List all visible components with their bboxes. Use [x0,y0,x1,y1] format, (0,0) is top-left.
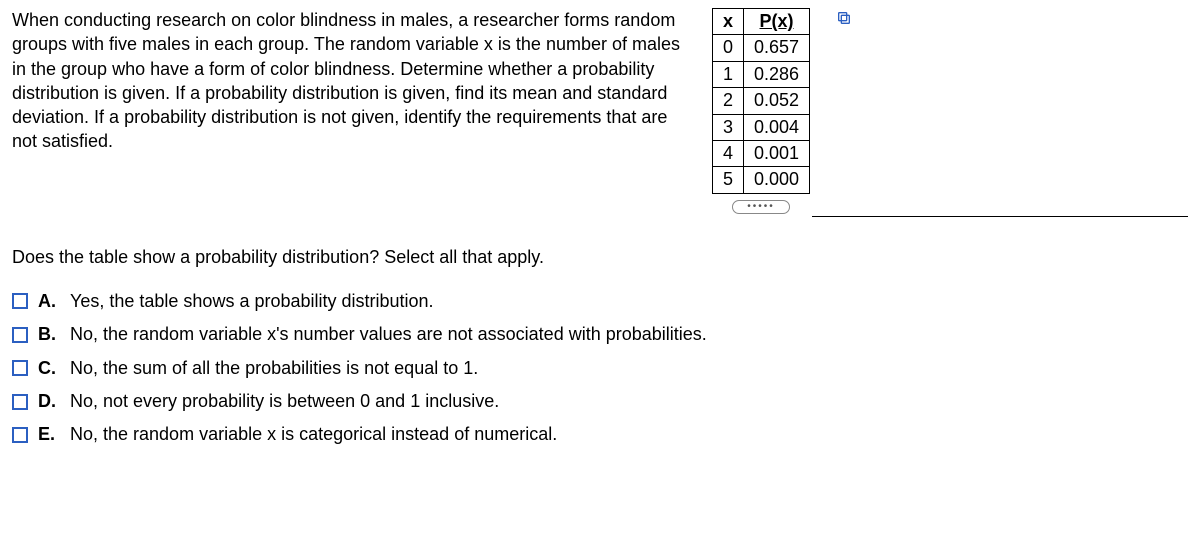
cell-x: 3 [713,114,744,140]
table-header-row: x P(x) [713,9,810,35]
header-px: P(x) [744,9,810,35]
question-prompt: Does the table show a probability distri… [12,247,1188,268]
option-d[interactable]: D. No, not every probability is between … [12,390,1188,413]
option-a[interactable]: A. Yes, the table shows a probability di… [12,290,1188,313]
checkbox-icon[interactable] [12,327,28,343]
option-text: No, the sum of all the probabilities is … [70,357,478,380]
cell-x: 4 [713,140,744,166]
checkbox-icon[interactable] [12,427,28,443]
table-row: 1 0.286 [713,61,810,87]
table-row: 4 0.001 [713,140,810,166]
options-list: A. Yes, the table shows a probability di… [12,290,1188,447]
option-text: No, the random variable x is categorical… [70,423,557,446]
probability-table: x P(x) 0 0.657 1 0.286 2 0.052 3 0.004 4… [712,8,810,194]
copy-icon[interactable] [836,10,852,31]
option-letter: C. [38,358,60,379]
cell-x: 5 [713,167,744,193]
cell-x: 1 [713,61,744,87]
table-row: 0 0.657 [713,35,810,61]
option-text: No, not every probability is between 0 a… [70,390,499,413]
cell-px: 0.286 [744,61,810,87]
collapse-pill[interactable]: ••••• [732,200,790,214]
cell-px: 0.000 [744,167,810,193]
checkbox-icon[interactable] [12,293,28,309]
option-letter: B. [38,324,60,345]
option-c[interactable]: C. No, the sum of all the probabilities … [12,357,1188,380]
cell-px: 0.004 [744,114,810,140]
table-row: 3 0.004 [713,114,810,140]
cell-px: 0.001 [744,140,810,166]
header-x: x [713,9,744,35]
option-letter: A. [38,291,60,312]
option-text: No, the random variable x's number value… [70,323,707,346]
table-row: 5 0.000 [713,167,810,193]
cell-x: 0 [713,35,744,61]
option-b[interactable]: B. No, the random variable x's number va… [12,323,1188,346]
probability-table-wrap: x P(x) 0 0.657 1 0.286 2 0.052 3 0.004 4… [712,8,810,214]
cell-px: 0.052 [744,88,810,114]
option-letter: E. [38,424,60,445]
divider-line [812,216,1188,217]
option-text: Yes, the table shows a probability distr… [70,290,434,313]
question-section: Does the table show a probability distri… [12,247,1188,447]
cell-x: 2 [713,88,744,114]
cell-px: 0.657 [744,35,810,61]
problem-statement: When conducting research on color blindn… [12,8,692,154]
checkbox-icon[interactable] [12,360,28,376]
divider-row [12,216,1188,217]
top-section: When conducting research on color blindn… [12,8,1188,222]
option-e[interactable]: E. No, the random variable x is categori… [12,423,1188,446]
table-row: 2 0.052 [713,88,810,114]
option-letter: D. [38,391,60,412]
checkbox-icon[interactable] [12,394,28,410]
